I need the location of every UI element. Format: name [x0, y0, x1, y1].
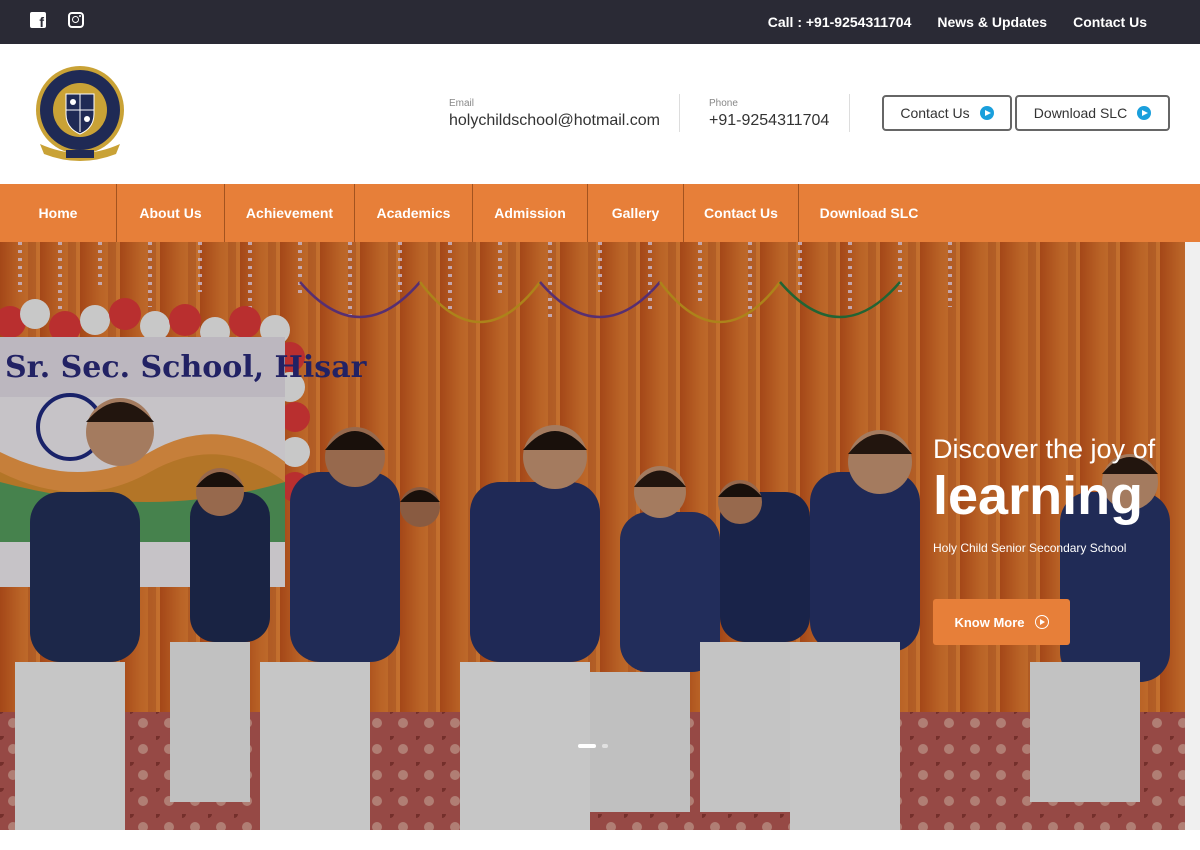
news-updates-link[interactable]: News & Updates: [937, 14, 1047, 30]
top-links: Call : +91-9254311704 News & Updates Con…: [768, 0, 1147, 44]
divider: [849, 94, 850, 132]
phone-info: Phone +91-9254311704: [709, 98, 829, 130]
hero-slider: Sr. Sec. School, Hisar Discover the joy …: [0, 242, 1185, 830]
header-contact-label: Contact Us: [900, 105, 970, 121]
phone-label: Phone: [709, 98, 738, 109]
call-link[interactable]: Call : +91-9254311704: [768, 14, 912, 30]
main-nav: Home About Us Achievement Academics Admi…: [0, 184, 1200, 242]
header-download-label: Download SLC: [1033, 105, 1128, 121]
phone-value[interactable]: +91-9254311704: [709, 112, 829, 130]
site-header: Email holychildschool@hotmail.com Phone …: [0, 44, 1200, 184]
scrollbar[interactable]: [1185, 242, 1200, 830]
play-icon: [979, 106, 994, 120]
nav-gallery[interactable]: Gallery: [588, 184, 684, 242]
nav-about-us[interactable]: About Us: [117, 184, 225, 242]
hero-line1: Discover the joy of: [933, 434, 1156, 464]
hero-subtitle: Holy Child Senior Secondary School: [933, 541, 1127, 555]
nav-home[interactable]: Home: [0, 184, 117, 242]
slider-dot[interactable]: [602, 744, 608, 748]
nav-contact-us[interactable]: Contact Us: [684, 184, 799, 242]
email-info: Email holychildschool@hotmail.com: [449, 98, 660, 130]
header-contact-button[interactable]: Contact Us: [882, 95, 1012, 131]
header-download-button[interactable]: Download SLC: [1015, 95, 1170, 131]
know-more-label: Know More: [954, 614, 1025, 630]
hero-line2: learning: [933, 466, 1144, 526]
nav-achievement[interactable]: Achievement: [225, 184, 355, 242]
hero-caption: Discover the joy of learning Holy Child …: [933, 434, 1155, 555]
email-value[interactable]: holychildschool@hotmail.com: [449, 112, 660, 130]
play-icon: [1137, 106, 1152, 120]
divider: [679, 94, 680, 132]
social-links: f: [30, 12, 84, 29]
slider-dots: [578, 744, 608, 748]
nav-academics[interactable]: Academics: [355, 184, 473, 242]
slider-dot-active[interactable]: [578, 744, 596, 748]
email-label: Email: [449, 98, 475, 109]
play-circle-icon: [1034, 615, 1049, 629]
nav-admission[interactable]: Admission: [473, 184, 588, 242]
facebook-icon[interactable]: f: [30, 12, 46, 29]
instagram-icon[interactable]: [68, 12, 84, 28]
nav-download-slc[interactable]: Download SLC: [799, 184, 939, 242]
know-more-button[interactable]: Know More: [933, 599, 1070, 645]
school-logo[interactable]: [30, 64, 130, 164]
top-contact-link[interactable]: Contact Us: [1073, 14, 1147, 30]
top-bar: f Call : +91-9254311704 News & Updates C…: [0, 0, 1200, 44]
